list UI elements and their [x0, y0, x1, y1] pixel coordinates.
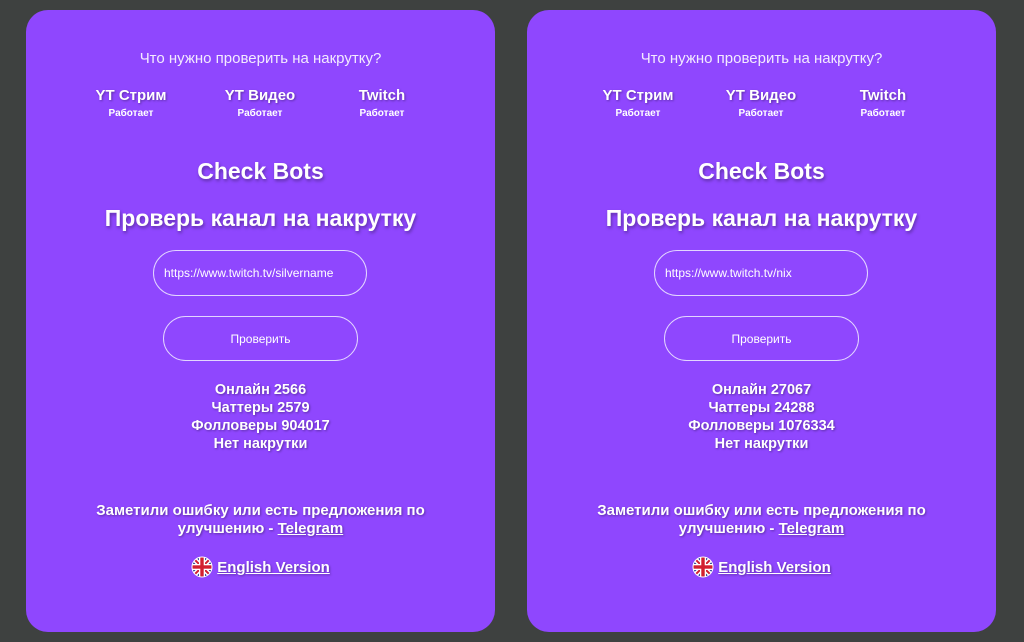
feedback-note: Заметили ошибку или есть предложения по …: [567, 502, 956, 538]
service-twitch: Twitch Работает: [828, 87, 938, 121]
channel-url-input[interactable]: [153, 250, 367, 296]
feedback-text: Заметили ошибку или есть предложения по …: [597, 502, 926, 537]
online-count: Онлайн 27067: [711, 382, 812, 398]
page: Что нужно проверить на накрутку? YT Стри…: [0, 0, 1024, 642]
results-block: Онлайн 27067 Чаттеры 24288 Фолловеры 107…: [527, 381, 996, 453]
service-status: Работает: [615, 108, 661, 119]
service-status: Работает: [738, 108, 784, 119]
service-name: Twitch: [859, 87, 907, 104]
service-yt-stream: YT Стрим Работает: [76, 87, 186, 121]
followers-count: Фолловеры 904017: [191, 418, 330, 434]
service-name: YT Видео: [725, 87, 797, 104]
service-yt-video: YT Видео Работает: [205, 87, 315, 121]
service-name: YT Видео: [224, 87, 296, 104]
service-twitch: Twitch Работает: [327, 87, 437, 121]
question-label: Что нужно проверить на накрутку?: [139, 50, 382, 67]
language-switch: English Version: [527, 556, 996, 580]
service-status: Работает: [237, 108, 283, 119]
service-name: Twitch: [358, 87, 406, 104]
check-button[interactable]: Проверить: [664, 316, 859, 361]
language-switch: English Version: [26, 556, 495, 580]
verdict-label: Нет накрутки: [213, 436, 308, 452]
telegram-link[interactable]: Telegram: [779, 520, 845, 537]
verdict-label: Нет накрутки: [714, 436, 809, 452]
service-yt-video: YT Видео Работает: [706, 87, 816, 121]
results-block: Онлайн 2566 Чаттеры 2579 Фолловеры 90401…: [26, 381, 495, 453]
channel-url-input[interactable]: [654, 250, 868, 296]
uk-flag-icon[interactable]: [191, 556, 213, 578]
english-version-link[interactable]: English Version: [718, 559, 831, 576]
service-status: Работает: [860, 108, 906, 119]
online-count: Онлайн 2566: [214, 382, 307, 398]
services-status-row: YT Стрим Работает YT Видео Работает Twit…: [26, 87, 495, 127]
check-bots-card-right: Что нужно проверить на накрутку? YT Стри…: [527, 10, 996, 632]
followers-count: Фолловеры 1076334: [688, 418, 835, 434]
check-button[interactable]: Проверить: [163, 316, 358, 361]
english-version-link[interactable]: English Version: [217, 559, 330, 576]
telegram-link[interactable]: Telegram: [278, 520, 344, 537]
feedback-note: Заметили ошибку или есть предложения по …: [66, 502, 455, 538]
brand-title: Check Bots: [197, 158, 324, 184]
brand-title: Check Bots: [698, 158, 825, 184]
check-bots-card-left: Что нужно проверить на накрутку? YT Стри…: [26, 10, 495, 632]
chatters-count: Чаттеры 24288: [708, 400, 815, 416]
chatters-count: Чаттеры 2579: [211, 400, 310, 416]
page-headline: Проверь канал на накрутку: [605, 205, 918, 231]
service-status: Работает: [359, 108, 405, 119]
question-label: Что нужно проверить на накрутку?: [640, 50, 883, 67]
service-status: Работает: [108, 108, 154, 119]
uk-flag-icon[interactable]: [692, 556, 714, 578]
feedback-text: Заметили ошибку или есть предложения по …: [96, 502, 425, 537]
service-name: YT Стрим: [95, 87, 167, 104]
page-headline: Проверь канал на накрутку: [104, 205, 417, 231]
services-status-row: YT Стрим Работает YT Видео Работает Twit…: [527, 87, 996, 127]
service-name: YT Стрим: [602, 87, 674, 104]
service-yt-stream: YT Стрим Работает: [583, 87, 693, 121]
